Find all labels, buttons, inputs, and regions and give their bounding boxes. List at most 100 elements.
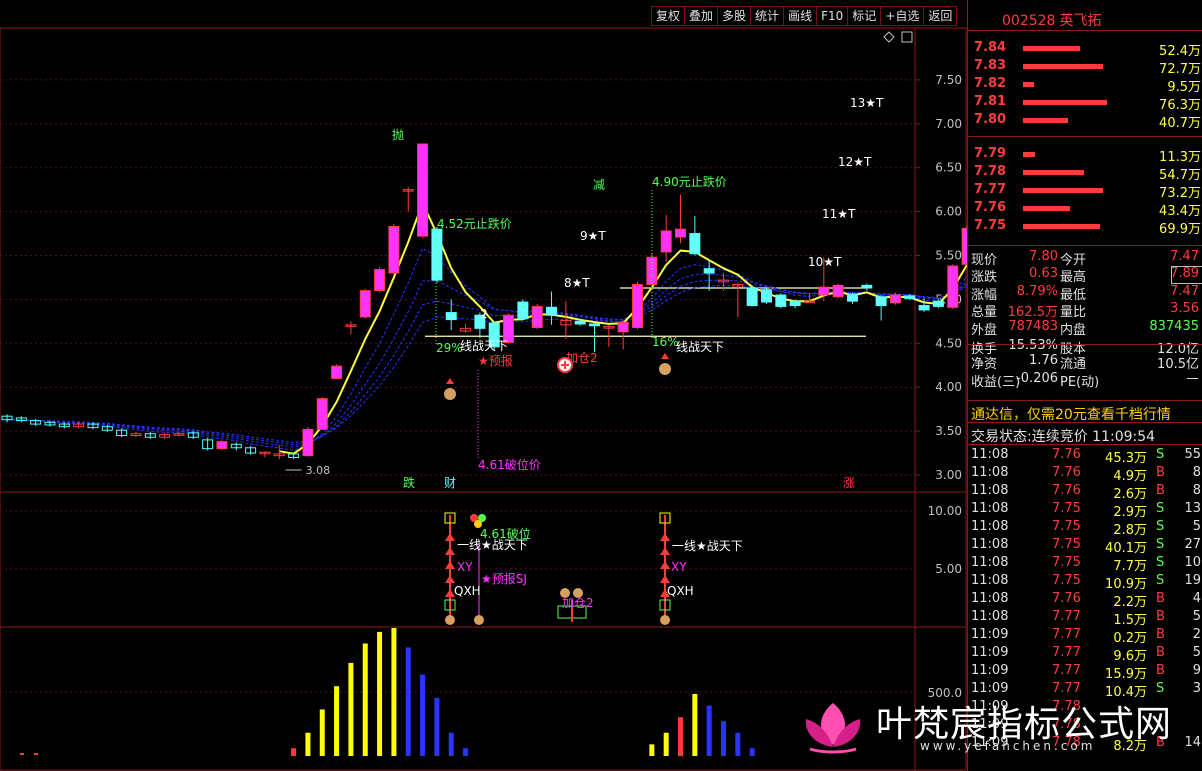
order-book-row: 7.83 72.7万 [968,57,1202,77]
toolbar-button[interactable]: 叠加 [684,6,719,26]
chart-annotation: 线战天下 [676,340,724,354]
order-price: 7.80 [974,112,1007,127]
candle-body [932,300,944,307]
tick-price: 7.77 [1052,663,1081,678]
order-price: 7.84 [974,40,1007,55]
candle-body [617,321,629,333]
ma-line [279,200,967,455]
quote-row: 涨跌 0.63 最高 7.89 [968,265,1202,285]
stock-code: 002528 [1002,13,1056,29]
toolbar-button[interactable]: 统计 [750,6,785,26]
tick-time: 11:08 [971,501,1009,516]
volume-bar [448,732,454,756]
order-price: 7.75 [974,218,1007,233]
indicator-label: XY [671,560,687,574]
toolbar-button[interactable]: 返回 [923,6,958,26]
order-volume-bar [1023,170,1084,175]
watermark-url: www.yefanchen.com [920,739,1096,753]
tick-side: B [1156,483,1165,498]
chart-annotation: 29% [436,341,463,355]
chart-annotation: 抛 [392,127,404,142]
tick-price: 7.77 [1052,627,1081,642]
tick-row: 11:08 7.75 40.1万 S 27 [968,536,1202,556]
tick-price: 7.75 [1052,519,1081,534]
candle-body [861,284,873,289]
tick-side: S [1156,573,1165,588]
toolbar-button[interactable]: 标记 [847,6,882,26]
tick-price: 7.76 [1052,465,1081,480]
candle-body [746,287,758,307]
kline-chart[interactable]: 7.50 7.00 6.50 6.00 5.50 5.00 4.50 4.00 3.50 3.00… [0,0,967,771]
chart-annotation: 跌 [403,475,415,490]
indicator-label: 一线★战天下 [672,539,743,553]
tick-row: 11:08 7.77 1.5万 B 5 [968,608,1202,628]
tick-side: B [1156,609,1165,624]
indicator-tick-label: 10.00 [928,504,962,518]
candle-body [531,305,543,328]
volume-bar [405,647,411,756]
upgrade-notice[interactable]: 通达信，仅需20元查看千档行情 [971,404,1171,424]
watermark: 叶梵宸指标公式网 www.yefanchen.com [798,695,1178,755]
order-volume-bar [1023,100,1107,105]
toolbar-button[interactable]: F10 [816,6,849,26]
quote-label: PE(动) [1060,374,1100,390]
tick-time: 11:08 [971,591,1009,606]
candle-body [374,269,386,292]
candle-body [660,230,672,253]
quote-value: 15.53% [1008,338,1058,353]
toolbar-button[interactable]: +自选 [880,6,925,26]
candle-body [689,233,701,255]
volume-bar [692,693,698,756]
candle-body [875,296,887,307]
tick-count: 27 [1184,537,1201,552]
order-book-row: 7.78 54.7万 [968,163,1202,183]
chart-annotation: 10★T [808,255,842,269]
candle-body [574,320,586,325]
order-book-row: 7.81 76.3万 [968,93,1202,113]
candle-body [818,286,830,296]
tick-count: 8 [1192,465,1201,480]
order-book-row: 7.84 52.4万 [968,39,1202,59]
indicator-label: ★预报SJ [481,571,527,586]
price-tick-label: 3.00 [935,468,962,482]
toolbar-button[interactable]: 多股 [717,6,752,26]
toolbar-button[interactable]: 复权 [651,6,686,26]
chart-annotation: ★预报 [478,353,513,368]
volume-bar [319,709,325,756]
volume-bar [721,721,726,756]
tick-time: 11:08 [971,555,1009,570]
order-price: 7.82 [974,76,1007,91]
volume-bar [706,705,712,756]
candle-body [331,365,343,379]
chart-toolbar: 复权 叠加 多股 统计 画线 F10 标记 +自选 返回 [651,6,958,26]
tick-row: 11:08 7.76 2.6万 B 8 [968,482,1202,502]
candle-body [832,284,844,298]
volume-bar [663,732,669,756]
candle-body [789,300,801,307]
quote-row: 现价 7.80 今开 7.47 [968,248,1202,268]
quote-value: 837435 [1149,318,1199,334]
price-tick-label: 3.50 [935,424,962,438]
indicator-label: QXH [454,584,481,598]
toolbar-button[interactable]: 画线 [783,6,818,26]
tick-price: 7.75 [1052,555,1081,570]
candle-body [431,228,443,281]
tick-count: 5 [1192,645,1201,660]
tick-count: 4 [1192,591,1201,606]
tick-count: 14 [1184,735,1201,750]
chart-annotation: 涨 [843,475,855,490]
chart-annotation: 4.61破位价 [478,457,541,472]
divider [968,30,1202,31]
tick-side: S [1156,681,1165,696]
tick-row: 11:09 7.77 15.9万 B 9 [968,662,1202,682]
candle-body [703,268,715,274]
quote-label: 外盘 [971,322,998,338]
tick-count: 13 [1184,501,1201,516]
order-volume-bar [1023,64,1103,69]
candle-body [388,226,400,274]
chart-annotation: 财 [444,476,456,490]
price-tick-label: 7.00 [935,117,962,131]
lotus-logo [805,703,861,754]
signal-arrow-icon [445,561,455,569]
divider [968,245,1202,246]
